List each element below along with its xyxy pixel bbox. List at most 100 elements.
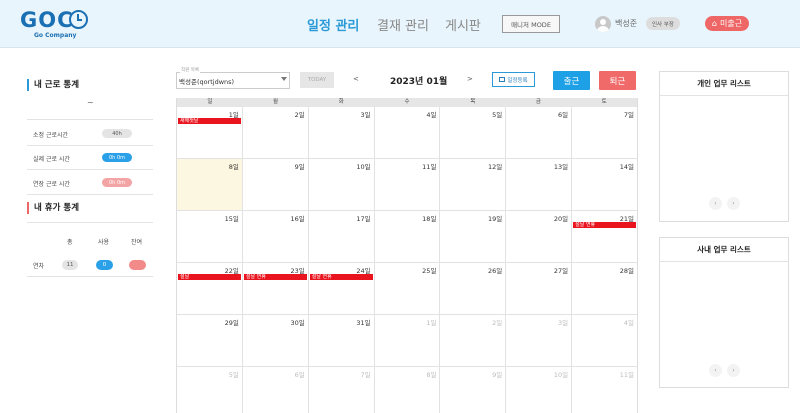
- day-number: 12일: [488, 163, 503, 171]
- day-number: 13일: [553, 163, 569, 171]
- calendar-day-cell[interactable]: 5일: [440, 107, 507, 158]
- divider: [27, 222, 153, 223]
- nav-approval-management[interactable]: 결재 관리: [377, 15, 429, 34]
- user-name: 백성준: [615, 19, 638, 28]
- calendar-day-cell[interactable]: 6일: [506, 107, 573, 158]
- calendar-day-cell[interactable]: 9일: [440, 367, 507, 413]
- calendar-day-cell[interactable]: 16일: [243, 211, 309, 262]
- calendar-day-cell[interactable]: 3일: [506, 315, 573, 366]
- nav-board[interactable]: 게시판: [445, 15, 481, 34]
- day-number: 8일: [228, 163, 239, 171]
- personal-task-prev-button[interactable]: ‹: [709, 197, 722, 210]
- day-number: 7일: [623, 111, 635, 119]
- day-number: 7일: [360, 371, 371, 379]
- calendar-day-cell[interactable]: 23일 설날 연휴: [243, 263, 309, 314]
- calendar-event[interactable]: 새해첫날: [178, 118, 241, 124]
- manager-mode-button[interactable]: 매니저 MODE: [502, 15, 560, 33]
- day-number: 2일: [294, 111, 305, 119]
- calendar-day-cell[interactable]: 11일: [572, 367, 637, 413]
- weekday-label: 수: [404, 99, 410, 105]
- calendar-day-cell[interactable]: 10일: [309, 159, 375, 210]
- calendar-day-cell[interactable]: 3일: [309, 107, 375, 158]
- personal-task-next-button[interactable]: ›: [727, 197, 740, 210]
- calendar-day-cell[interactable]: 11일: [375, 159, 441, 210]
- clock-in-button[interactable]: 출근: [553, 71, 590, 90]
- calendar-day-cell[interactable]: 12일: [440, 159, 507, 210]
- vacation-remaining-header: 잔여: [131, 239, 143, 246]
- calendar-day-cell[interactable]: 20일: [506, 211, 573, 262]
- chevron-down-icon: [281, 77, 287, 81]
- calendar-event[interactable]: 설날 연휴: [309, 274, 373, 280]
- calendar-day-cell[interactable]: 28일: [572, 263, 637, 314]
- day-number: 1일: [426, 319, 437, 327]
- calendar-day-cell[interactable]: 6일: [243, 367, 309, 413]
- calendar-day-cell[interactable]: 27일: [506, 263, 573, 314]
- weekday-label: 목: [470, 99, 476, 105]
- attendance-status-button[interactable]: ⌂ 미출근: [705, 16, 749, 31]
- calendar-day-cell[interactable]: 4일: [572, 315, 637, 366]
- calendar-day-cell[interactable]: 17일: [309, 211, 375, 262]
- next-month-button[interactable]: >: [467, 75, 473, 83]
- calendar-day-cell[interactable]: 7일: [309, 367, 375, 413]
- calendar-day-cell[interactable]: 21일 설날 연휴: [572, 211, 637, 262]
- calendar-day-cell[interactable]: 2일: [440, 315, 507, 366]
- calendar-day-cell[interactable]: 13일: [506, 159, 573, 210]
- divider: [27, 169, 153, 170]
- calendar-day-cell[interactable]: 29일: [177, 315, 243, 366]
- day-number: 20일: [553, 215, 569, 223]
- calendar-day-cell[interactable]: 19일: [440, 211, 507, 262]
- calendar-day-cell[interactable]: 26일: [440, 263, 507, 314]
- company-task-next-button[interactable]: ›: [727, 364, 740, 377]
- today-button[interactable]: TODAY: [300, 72, 334, 88]
- prev-month-button[interactable]: <: [353, 75, 359, 83]
- day-number: 10일: [356, 163, 371, 171]
- day-number: 3일: [558, 319, 569, 327]
- calendar-day-cell[interactable]: 30일: [243, 315, 309, 366]
- scheduled-hours-value: 40h: [102, 129, 132, 138]
- calendar-event[interactable]: 설날: [178, 274, 241, 280]
- calendar-day-cell[interactable]: 4일: [375, 107, 441, 158]
- add-schedule-button[interactable]: 일정등록: [492, 72, 535, 87]
- divider: [27, 194, 153, 195]
- calendar-day-cell[interactable]: 18일: [375, 211, 441, 262]
- company-task-prev-button[interactable]: ‹: [709, 364, 722, 377]
- calendar-week-row: 5일 6일 7일 8일 9일 10일 11일: [177, 367, 637, 413]
- calendar-icon: [499, 77, 506, 82]
- calendar-day-cell[interactable]: 7일: [572, 107, 637, 158]
- day-number: 14일: [619, 163, 635, 171]
- calendar-event[interactable]: 설날 연휴: [573, 222, 637, 228]
- calendar-day-cell[interactable]: 8일: [375, 367, 441, 413]
- calendar-day-cell[interactable]: 22일 설날: [177, 263, 243, 314]
- calendar-day-cell[interactable]: 5일: [177, 367, 243, 413]
- calendar-day-cell[interactable]: 1일: [375, 315, 441, 366]
- month-title: 2023년 01월: [390, 77, 448, 87]
- weekday-header: 일 월 화 수 목 금 토: [177, 98, 637, 107]
- nav-schedule-management[interactable]: 일정 관리: [307, 15, 359, 34]
- actual-hours-label: 실제 근로 시간: [33, 156, 70, 163]
- calendar-day-cell[interactable]: 8일: [177, 159, 243, 210]
- day-number: 30일: [290, 319, 305, 327]
- day-number: 2일: [492, 319, 503, 327]
- weekday-label: 화: [338, 99, 344, 105]
- vacation-used-header: 사용: [98, 239, 110, 246]
- calendar-day-cell[interactable]: 2일: [243, 107, 309, 158]
- calendar-day-cell[interactable]: 25일: [375, 263, 441, 314]
- logo-subtitle: Go Company: [34, 32, 77, 39]
- calendar-day-cell[interactable]: 9일: [243, 159, 309, 210]
- calendar-day-cell[interactable]: 31일: [309, 315, 375, 366]
- day-number: 5일: [228, 371, 239, 379]
- calendar-day-cell[interactable]: 10일: [506, 367, 573, 413]
- calendar-day-cell[interactable]: 1일 새해첫날: [177, 107, 243, 158]
- company-logo[interactable]: GOC Go Company: [20, 8, 92, 39]
- day-number: 17일: [356, 215, 371, 223]
- calendar-day-cell[interactable]: 14일: [572, 159, 637, 210]
- staff-select-label: 직원 목록: [180, 67, 200, 73]
- staff-select-value: 백성준(qortjdwns): [179, 78, 235, 86]
- divider: [27, 145, 153, 146]
- calendar-day-cell[interactable]: 15일: [177, 211, 243, 262]
- annual-leave-label: 연차: [33, 263, 45, 270]
- calendar-event[interactable]: 설날 연휴: [243, 274, 307, 280]
- vacation-used-value: 0: [96, 260, 113, 270]
- calendar-day-cell[interactable]: 24일 설날 연휴: [309, 263, 375, 314]
- clock-out-button[interactable]: 퇴근: [599, 71, 636, 90]
